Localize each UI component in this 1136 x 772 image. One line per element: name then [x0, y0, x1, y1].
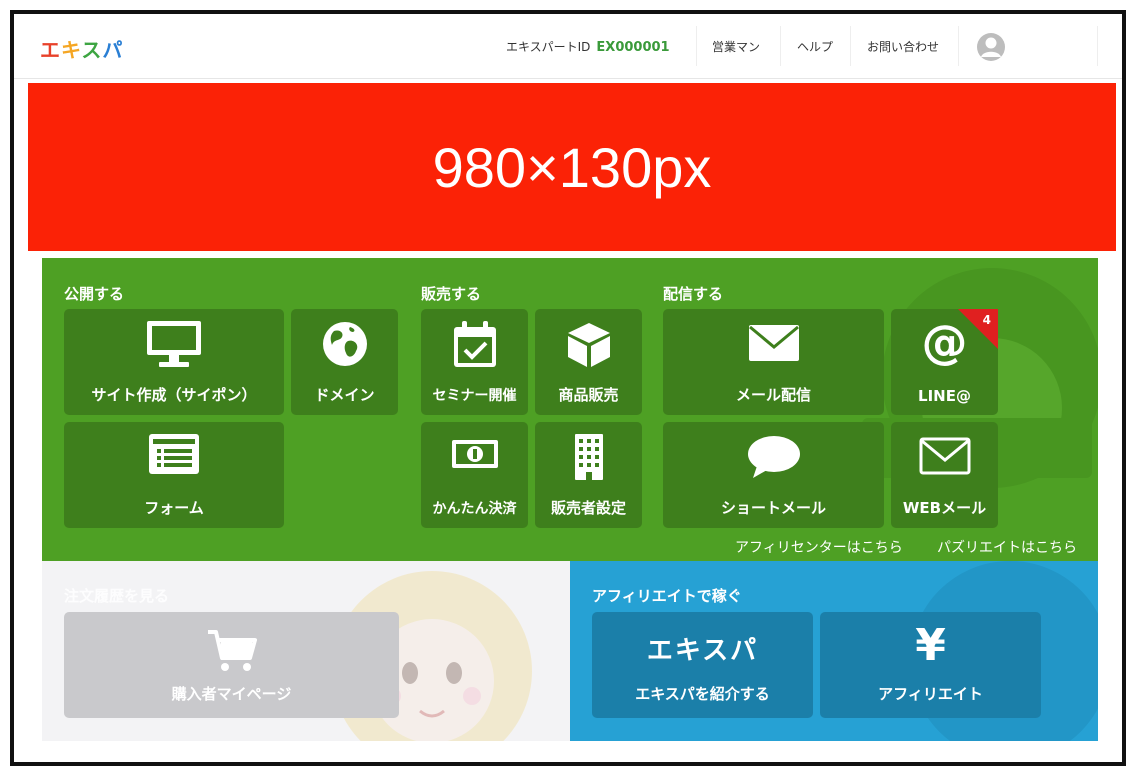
expert-id-label: エキスパートID	[506, 40, 591, 54]
product-sales-button[interactable]: 商品販売	[535, 309, 642, 415]
seller-settings-button[interactable]: 販売者設定	[535, 422, 642, 528]
header-divider	[780, 26, 781, 66]
banner-placeholder[interactable]: 980×130px	[28, 83, 1116, 251]
introduce-ekispa-label: エキスパを紹介する	[635, 685, 770, 703]
easy-payment-button[interactable]: かんたん決済	[421, 422, 528, 528]
expert-id-value: EX000001	[596, 40, 670, 55]
user-avatar-icon[interactable]	[976, 32, 1006, 62]
banner-text: 980×130px	[432, 135, 712, 199]
ekispa-logo-text: エキスパ	[646, 636, 759, 666]
yen-icon: ¥	[915, 620, 946, 671]
orders-panel: 注文履歴を見る 購入者マイページ	[42, 561, 570, 741]
mail-delivery-label: メール配信	[735, 386, 811, 404]
line-at-button[interactable]: 4 @ LINE@	[891, 309, 998, 415]
expert-id: エキスパートID EX000001	[506, 38, 670, 55]
orders-title[interactable]: 注文履歴を見る	[64, 585, 169, 606]
bill-icon	[451, 440, 498, 468]
affiliate-panel: アフィリエイトで稼ぐ エキスパ エキスパを紹介する ¥ アフィリエイト	[570, 561, 1098, 741]
calendar-check-icon	[453, 321, 496, 367]
cart-icon	[207, 630, 257, 671]
section-title-sell: 販売する	[421, 285, 482, 303]
domain-button[interactable]: ドメイン	[291, 309, 398, 415]
domain-label: ドメイン	[314, 386, 375, 404]
easy-payment-label: かんたん決済	[432, 501, 517, 517]
mail-delivery-button[interactable]: メール配信	[663, 309, 884, 415]
line-at-label: LINE@	[918, 387, 971, 405]
short-mail-button[interactable]: ショートメール	[663, 422, 884, 528]
header-divider	[850, 26, 851, 66]
at-sign-icon: @	[921, 315, 968, 369]
site-logo[interactable]: エキスパ	[40, 34, 123, 63]
site-create-button[interactable]: サイト作成（サイポン）	[64, 309, 284, 415]
header-divider	[696, 26, 697, 66]
buyer-mypage-label: 購入者マイページ	[171, 685, 292, 703]
affiliate-button[interactable]: ¥ アフィリエイト	[820, 612, 1041, 718]
affiliate-title: アフィリエイトで稼ぐ	[592, 587, 742, 605]
globe-icon	[322, 322, 367, 366]
seller-settings-label: 販売者設定	[550, 499, 626, 517]
monitor-icon	[147, 321, 201, 367]
box-icon	[567, 323, 610, 367]
contact-link[interactable]: お問い合わせ	[867, 38, 939, 55]
short-mail-label: ショートメール	[720, 499, 826, 517]
web-mail-label: WEBメール	[902, 499, 987, 517]
help-link[interactable]: ヘルプ	[797, 38, 833, 55]
introduce-ekispa-button[interactable]: エキスパ エキスパを紹介する	[592, 612, 813, 718]
main-menu-panel: 公開する 販売する 配信する サイト作成（サイポン） ドメイン フォーム セミナ…	[42, 258, 1098, 561]
form-label: フォーム	[144, 499, 204, 517]
app-window: エキスパ エキスパートID EX000001 営業マン ヘルプ お問い合わせ 98…	[10, 10, 1126, 766]
section-title-deliver: 配信する	[663, 285, 724, 303]
web-mail-button[interactable]: WEBメール	[891, 422, 998, 528]
header-divider	[1097, 26, 1098, 66]
affiliate-label: アフィリエイト	[878, 685, 983, 703]
envelope-outline-icon	[919, 437, 970, 475]
building-icon	[574, 434, 603, 480]
seminar-button[interactable]: セミナー開催	[421, 309, 528, 415]
sales-link[interactable]: 営業マン	[712, 38, 760, 55]
section-title-publish: 公開する	[64, 285, 125, 303]
header-divider	[958, 26, 959, 66]
speech-bubble-icon	[747, 436, 800, 478]
seminar-label: セミナー開催	[432, 388, 517, 404]
top-header: エキスパ エキスパートID EX000001 営業マン ヘルプ お問い合わせ	[14, 14, 1122, 79]
puzzle-rate-link[interactable]: パズリエイトはこちら	[937, 537, 1077, 557]
envelope-icon	[748, 325, 799, 361]
form-button[interactable]: フォーム	[64, 422, 284, 528]
site-create-label: サイト作成（サイポン）	[91, 386, 257, 404]
affiliate-center-link[interactable]: アフィリセンターはこちら	[735, 537, 903, 557]
product-sales-label: 商品販売	[558, 386, 619, 404]
buyer-mypage-button[interactable]: 購入者マイページ	[64, 612, 399, 718]
form-list-icon	[149, 434, 199, 474]
